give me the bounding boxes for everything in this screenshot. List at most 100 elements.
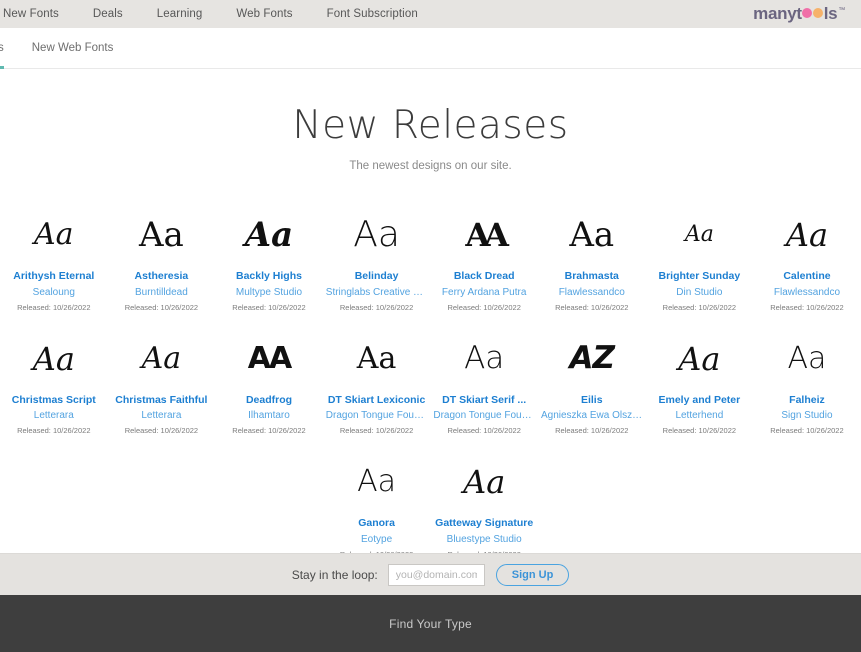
logo-dot-orange-icon bbox=[813, 8, 824, 18]
font-card[interactable]: Aa DT Skiart Lexiconic Dragon Tongue Found… bbox=[323, 322, 431, 446]
font-card[interactable]: Aa Arithysh Eternal Sealoung Released: 10/2… bbox=[0, 198, 108, 322]
font-foundry-link[interactable]: Burntilldead bbox=[110, 286, 214, 299]
font-foundry-link[interactable]: Letterara bbox=[2, 409, 106, 422]
newsletter-email-input[interactable] bbox=[387, 563, 485, 586]
font-sample-preview: Aa bbox=[432, 328, 536, 390]
font-sample-glyphs: AZ bbox=[569, 340, 615, 377]
page-header: New Releases The newest designs on our s… bbox=[0, 69, 861, 172]
font-name-link[interactable]: DT Skiart Lexiconic bbox=[325, 394, 429, 408]
font-name-link[interactable]: Calentine bbox=[755, 270, 859, 284]
font-name-link[interactable]: Gatteway Signature bbox=[432, 517, 536, 531]
font-foundry-link[interactable]: Agnieszka Ewa Olszewska bbox=[540, 409, 644, 422]
font-foundry-link[interactable]: Dragon Tongue Foundry bbox=[432, 409, 536, 422]
font-foundry-link[interactable]: Sealoung bbox=[2, 286, 106, 299]
font-sample-glyphs: Aa bbox=[684, 221, 714, 247]
font-card[interactable]: Aa Christmas Script Letterara Released: 10/… bbox=[0, 322, 108, 446]
font-name-link[interactable]: Christmas Script bbox=[2, 394, 106, 408]
font-sample-preview: Aa bbox=[217, 204, 321, 266]
font-sample-glyphs: Aa bbox=[464, 340, 505, 377]
font-card[interactable]: Aa Backly Highs Multype Studio Released: 10… bbox=[215, 198, 323, 322]
font-name-link[interactable]: Ganora bbox=[325, 517, 429, 531]
font-foundry-link[interactable]: Flawlessandco bbox=[540, 286, 644, 299]
font-sample-preview: Aa bbox=[540, 204, 644, 266]
subnav-item-new-fonts[interactable]: s bbox=[0, 28, 18, 69]
font-name-link[interactable]: Eilis bbox=[540, 394, 644, 408]
font-sample-preview: Aa bbox=[110, 328, 214, 390]
site-logo[interactable]: manyt ls ™ bbox=[753, 4, 845, 24]
font-card[interactable]: AZ EilisAgnieszka Ewa Olszewska Released: … bbox=[538, 322, 646, 446]
font-sample-glyphs: Aa bbox=[138, 214, 184, 255]
font-foundry-link[interactable]: Letterhend bbox=[648, 409, 752, 422]
newsletter-signup-button[interactable]: Sign Up bbox=[495, 563, 570, 586]
font-card[interactable]: Aa Brahmasta Flawlessandco Released: 10/26/… bbox=[538, 198, 646, 322]
font-sample-glyphs: Aa bbox=[678, 339, 721, 378]
font-foundry-link[interactable]: Flawlessandco bbox=[755, 286, 859, 299]
font-name-link[interactable]: Belinday bbox=[325, 270, 429, 284]
font-foundry-link[interactable]: Letterara bbox=[110, 409, 214, 422]
font-card[interactable]: AaGatteway SignatureBluestype StudioRele… bbox=[430, 445, 538, 569]
font-name-link[interactable]: Emely and Peter bbox=[648, 394, 752, 408]
nav-item-learning[interactable]: Learning bbox=[140, 8, 220, 20]
font-sample-glyphs: Aa bbox=[357, 464, 397, 500]
font-name-link[interactable]: Falheiz bbox=[755, 394, 859, 408]
logo-text-part2: ls bbox=[823, 4, 838, 23]
font-foundry-link[interactable]: Bluestype Studio bbox=[432, 533, 536, 546]
font-grid-section: Aa Arithysh Eternal Sealoung Released: 10/2… bbox=[0, 172, 861, 569]
font-name-link[interactable]: Brahmasta bbox=[540, 270, 644, 284]
font-name-link[interactable]: Arithysh Eternal bbox=[2, 270, 106, 284]
font-sample-glyphs: Aa bbox=[569, 214, 615, 255]
font-sample-preview: AA bbox=[217, 328, 321, 390]
logo-dot-pink-icon bbox=[802, 8, 813, 18]
font-release-date: Released: 10/26/2022 bbox=[124, 302, 199, 312]
font-card[interactable]: AA Black Dread Ferry Ardana Putra Released:… bbox=[430, 198, 538, 322]
font-name-link[interactable]: Astheresia bbox=[110, 270, 214, 284]
font-grid: Aa Arithysh Eternal Sealoung Released: 10/2… bbox=[0, 198, 861, 569]
newsletter-bar: Stay in the loop: Sign Up bbox=[0, 553, 861, 595]
font-sample-glyphs: Aa bbox=[356, 340, 397, 376]
font-foundry-link[interactable]: Din Studio bbox=[648, 286, 752, 299]
nav-item-new-fonts[interactable]: New Fonts bbox=[0, 8, 76, 20]
font-release-date: Released: 10/26/2022 bbox=[555, 426, 629, 436]
font-card[interactable]: Aa Belinday Stringlabs Creative S... Releas… bbox=[323, 198, 431, 322]
font-card[interactable]: Aa Christmas Faithful Letterara Released: 1… bbox=[108, 322, 216, 446]
logo-text-part1: manyt bbox=[753, 4, 802, 23]
font-foundry-link[interactable]: Ferry Ardana Putra bbox=[432, 286, 536, 299]
font-release-date: Released: 10/26/2022 bbox=[662, 302, 737, 312]
font-card[interactable]: AA Deadfrog Ilhamtaro Released: 10/26/2022 bbox=[215, 322, 323, 446]
font-foundry-link[interactable]: Ilhamtaro bbox=[217, 409, 321, 422]
font-name-link[interactable]: Christmas Faithful bbox=[110, 394, 214, 408]
nav-item-deals[interactable]: Deals bbox=[76, 8, 140, 20]
font-foundry-link[interactable]: Multype Studio bbox=[217, 286, 321, 299]
font-card[interactable]: AaGanoraEotypeReleased: 10/26/2022 bbox=[323, 445, 431, 569]
font-release-date: Released: 10/26/2022 bbox=[770, 302, 844, 312]
font-card[interactable]: Aa DT Skiart Serif ... Dragon Tongue Found… bbox=[430, 322, 538, 446]
subnav-item-new-web-fonts[interactable]: New Web Fonts bbox=[18, 28, 128, 69]
top-nav-items: New Fonts Deals Learning Web Fonts Font … bbox=[0, 8, 435, 20]
font-sample-glyphs: AA bbox=[465, 215, 509, 254]
font-foundry-link[interactable]: Dragon Tongue Foundry bbox=[325, 409, 429, 422]
font-foundry-link[interactable]: Stringlabs Creative S... bbox=[325, 286, 429, 299]
font-card[interactable]: Aa Astheresia Burntilldead Released: 10/26/… bbox=[108, 198, 216, 322]
sub-nav-items: s New Web Fonts bbox=[0, 28, 127, 69]
font-name-link[interactable]: Black Dread bbox=[432, 270, 536, 284]
font-release-date: Released: 10/26/2022 bbox=[770, 426, 844, 436]
font-foundry-link[interactable]: Eotype bbox=[325, 533, 429, 546]
font-foundry-link[interactable]: Sign Studio bbox=[755, 409, 859, 422]
font-sample-glyphs: Aa bbox=[785, 215, 829, 254]
font-card[interactable]: Aa Brighter Sunday Din Studio Released: 10/… bbox=[646, 198, 754, 322]
font-card[interactable]: Aa Calentine Flawlessandco Released: 10/26/… bbox=[753, 198, 861, 322]
font-name-link[interactable]: DT Skiart Serif ... bbox=[432, 394, 536, 408]
font-release-date: Released: 10/26/2022 bbox=[339, 426, 414, 436]
font-sample-preview: Aa bbox=[2, 328, 106, 390]
font-name-link[interactable]: Backly Highs bbox=[217, 270, 321, 284]
nav-item-font-subscription[interactable]: Font Subscription bbox=[310, 8, 435, 20]
font-sample-glyphs: Aa bbox=[244, 214, 294, 255]
font-name-link[interactable]: Brighter Sunday bbox=[648, 270, 752, 284]
font-name-link[interactable]: Deadfrog bbox=[217, 394, 321, 408]
page-title: New Releases bbox=[292, 103, 569, 148]
font-release-date: Released: 10/26/2022 bbox=[17, 302, 91, 312]
font-card[interactable]: Aa Emely and Peter Letterhend Released: 10/… bbox=[646, 322, 754, 446]
font-card[interactable]: Aa Falheiz Sign Studio Released: 10/26/2022 bbox=[753, 322, 861, 446]
font-sample-preview: Aa bbox=[325, 328, 429, 390]
nav-item-web-fonts[interactable]: Web Fonts bbox=[219, 8, 309, 20]
